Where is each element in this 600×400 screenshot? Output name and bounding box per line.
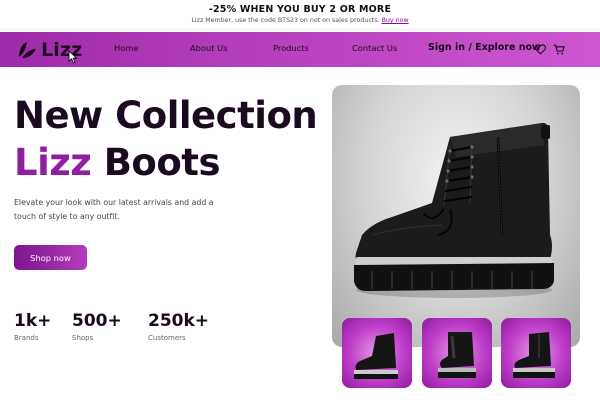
product-thumbnail[interactable] <box>342 318 412 388</box>
nav-link-products[interactable]: Products <box>273 43 309 53</box>
product-thumbnail[interactable] <box>501 318 571 388</box>
promo-message: Lizz Member, use the code BTS23 on not o… <box>191 17 380 24</box>
stat-brands: 1k+ Brands <box>14 311 51 342</box>
mouse-cursor-icon <box>68 50 78 64</box>
stat-customers: 250k+ Customers <box>148 311 209 342</box>
heart-icon[interactable] <box>534 43 547 56</box>
promo-title: -25% WHEN YOU BUY 2 OR MORE <box>208 4 392 15</box>
chelsea-boot-thumbnail-image <box>438 332 476 378</box>
platform-boot-thumbnail-image <box>513 332 555 378</box>
stat-shops: 500+ Shops <box>72 311 122 342</box>
auth-links: Sign in / Explore now <box>428 42 541 53</box>
headline-rest: Boots <box>103 141 221 184</box>
stat-label: Brands <box>14 334 39 342</box>
hero-description: Elevate your look with our latest arriva… <box>14 198 214 221</box>
shop-now-button[interactable]: Shop now <box>14 245 87 270</box>
stat-label: Shops <box>72 334 94 342</box>
stat-value: 250k+ <box>148 311 210 331</box>
hero-product-image <box>332 85 580 347</box>
headline-accent: Lizz <box>14 141 92 184</box>
product-thumbnail[interactable] <box>422 318 492 388</box>
stat-value: 500+ <box>72 311 122 331</box>
sign-in-link[interactable]: Sign in <box>428 42 465 53</box>
cart-icon[interactable] <box>553 43 566 56</box>
stat-label: Customers <box>148 334 186 342</box>
navbar: Lizz Home About Us Products Contact Us S… <box>0 32 600 67</box>
nav-link-home[interactable]: Home <box>114 43 139 53</box>
promo-message-line: Lizz Member, use the code BTS23 on not o… <box>0 17 600 24</box>
stat-value: 1k+ <box>14 311 52 331</box>
buy-now-link[interactable]: Buy now <box>382 17 409 24</box>
black-boot-image <box>354 122 554 298</box>
headline-line-2: Lizz Boots <box>14 139 317 186</box>
boot-thumbnail-image <box>354 333 398 379</box>
explore-now-link[interactable]: Explore now <box>475 42 541 53</box>
leaf-logo-icon <box>19 42 36 58</box>
promo-bar: -25% WHEN YOU BUY 2 OR MORE Lizz Member,… <box>0 0 600 30</box>
nav-link-contact-us[interactable]: Contact Us <box>352 43 397 53</box>
auth-separator: / <box>468 42 472 53</box>
headline-line-1: New Collection <box>14 94 318 137</box>
hero-headline: New Collection Lizz Boots <box>14 92 318 186</box>
nav-link-about-us[interactable]: About Us <box>190 43 228 53</box>
